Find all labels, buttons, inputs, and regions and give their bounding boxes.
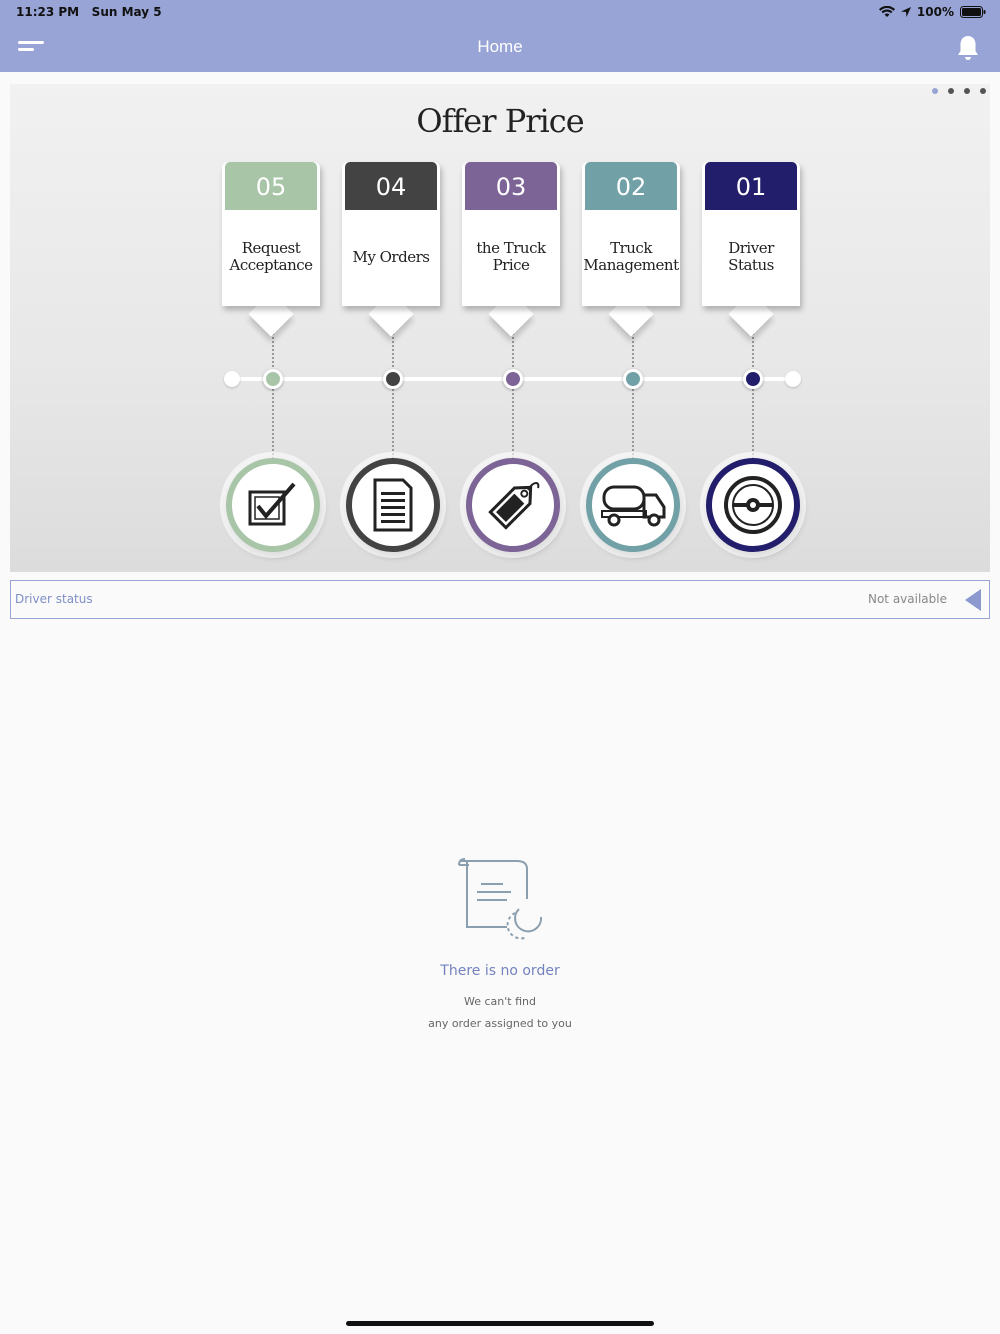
step-label: Driver Status xyxy=(728,239,774,274)
step-card-driver-status[interactable]: 01 Driver Status xyxy=(702,162,800,337)
step-card-truck-management[interactable]: 02 Truck Management xyxy=(582,162,680,337)
step-label: Request Acceptance xyxy=(229,239,313,274)
connector-line xyxy=(512,326,514,462)
step-number: 05 xyxy=(225,162,317,210)
location-icon xyxy=(900,7,911,17)
status-indicators: 100% xyxy=(878,5,986,19)
step-icon-request-acceptance[interactable] xyxy=(226,458,320,552)
timeline-node xyxy=(383,369,403,389)
step-number: 04 xyxy=(345,162,437,210)
timeline-node xyxy=(623,369,643,389)
wifi-icon xyxy=(878,6,895,17)
page-title: Home xyxy=(477,37,523,56)
driver-status-value: Not available xyxy=(867,592,947,606)
step-card-truck-price[interactable]: 03 the Truck Price xyxy=(462,162,560,337)
document-icon xyxy=(373,478,413,532)
home-indicator[interactable] xyxy=(346,1321,654,1326)
connector-line xyxy=(272,326,274,462)
empty-state-message: We can't find xyxy=(464,995,536,1008)
expand-arrow-icon[interactable] xyxy=(965,589,981,611)
driver-status-label: Driver status xyxy=(15,592,93,606)
step-number: 02 xyxy=(585,162,677,210)
step-label: the Truck Price xyxy=(476,239,546,274)
connector-line xyxy=(392,326,394,462)
connector-line xyxy=(752,326,754,462)
step-number: 01 xyxy=(705,162,797,210)
page-indicator[interactable] xyxy=(932,88,986,94)
step-card-request-acceptance[interactable]: 05 Request Acceptance xyxy=(222,162,320,337)
step-label: My Orders xyxy=(352,247,430,266)
timeline-end-node xyxy=(224,371,240,387)
timeline-node xyxy=(503,369,523,389)
step-number: 03 xyxy=(465,162,557,210)
step-icon-truck-management[interactable] xyxy=(586,458,680,552)
checkbox-icon xyxy=(248,482,296,526)
bell-icon xyxy=(958,36,978,60)
steering-wheel-icon xyxy=(724,476,782,534)
timeline-end-node xyxy=(785,371,801,387)
step-icon-my-orders[interactable] xyxy=(346,458,440,552)
empty-orders-icon xyxy=(458,858,543,940)
timeline-node xyxy=(743,369,763,389)
truck-icon xyxy=(601,485,666,527)
battery-percent: 100% xyxy=(916,5,954,19)
step-card-my-orders[interactable]: 04 My Orders xyxy=(342,162,440,337)
page-dot[interactable] xyxy=(964,88,970,94)
status-bar: 11:23 PM Sun May 5 100% xyxy=(0,0,1000,24)
battery-icon xyxy=(960,6,986,18)
step-icon-driver-status[interactable] xyxy=(706,458,800,552)
banner-title: Offer Price xyxy=(416,102,584,140)
empty-state-message: any order assigned to you xyxy=(428,1017,572,1030)
price-tag-icon xyxy=(488,482,540,530)
page-dot[interactable] xyxy=(932,88,938,94)
step-icon-truck-price[interactable] xyxy=(466,458,560,552)
notifications-button[interactable] xyxy=(956,34,980,62)
driver-status-row[interactable]: Driver status Not available xyxy=(10,580,990,619)
status-time: 11:23 PM Sun May 5 xyxy=(16,5,162,19)
offer-price-banner[interactable]: Offer Price 05 Request Acceptance 04 My … xyxy=(10,84,990,572)
page-dot[interactable] xyxy=(980,88,986,94)
page-dot[interactable] xyxy=(948,88,954,94)
empty-state-title: There is no order xyxy=(440,963,560,979)
timeline-node xyxy=(263,369,283,389)
connector-line xyxy=(632,326,634,462)
step-label: Truck Management xyxy=(583,239,679,274)
nav-bar: Home xyxy=(0,24,1000,72)
